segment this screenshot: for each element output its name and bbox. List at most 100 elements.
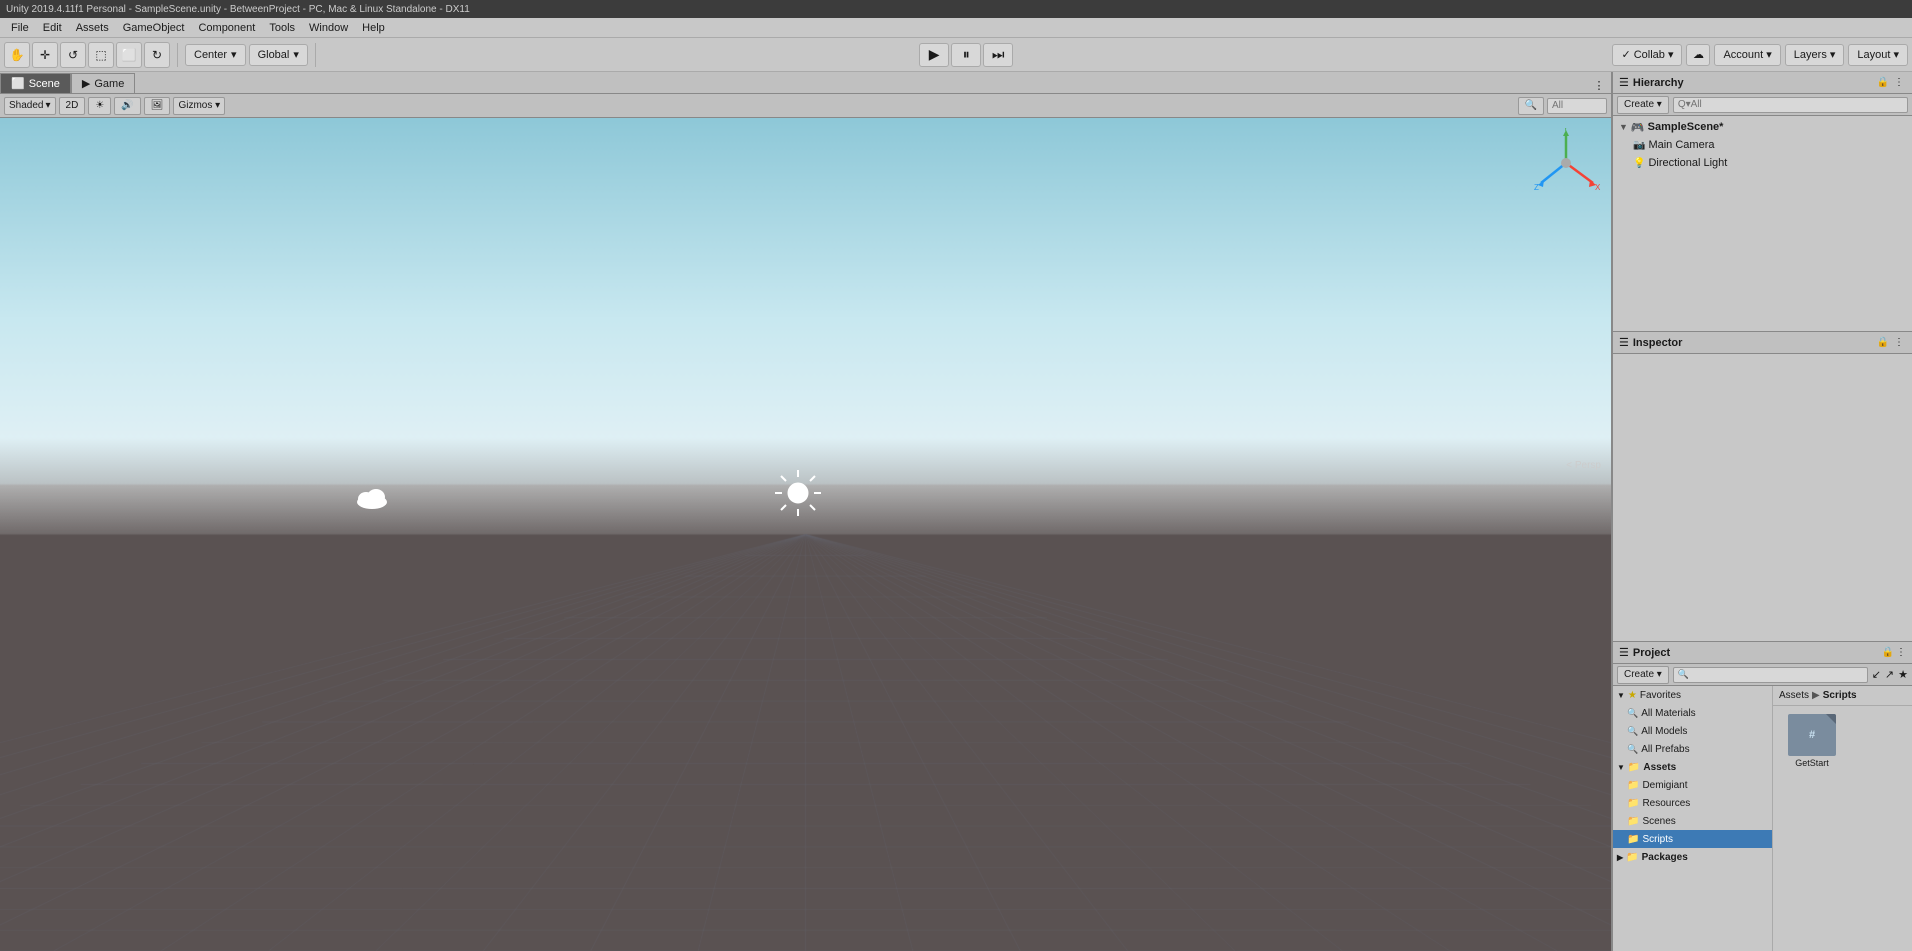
lighting-toggle[interactable]: ☀ — [88, 97, 111, 115]
shaded-dropdown[interactable]: Shaded ▾ — [4, 97, 56, 115]
hand-tool-btn[interactable]: ✋ — [4, 42, 30, 68]
move-tool-btn[interactable]: ✛ — [32, 42, 58, 68]
game-tab-label: Game — [94, 78, 124, 90]
cloud-button[interactable]: ☁ — [1686, 44, 1710, 66]
layers-dropdown[interactable]: Layers ▾ — [1785, 44, 1845, 66]
scene-tab[interactable]: ⬜ Scene — [0, 73, 71, 93]
hierarchy-title: Hierarchy — [1633, 77, 1684, 89]
menu-edit[interactable]: Edit — [36, 20, 69, 36]
all-models-item[interactable]: 🔍 All Models — [1613, 722, 1772, 740]
hierarchy-create-btn[interactable]: Create ▾ — [1617, 96, 1669, 114]
resources-label: Resources — [1642, 798, 1690, 809]
layout-dropdown[interactable]: Layout ▾ — [1848, 44, 1908, 66]
menu-gameobject[interactable]: GameObject — [116, 20, 192, 36]
hierarchy-panel-icons: 🔒 ⋮ — [1876, 76, 1906, 90]
packages-label: Packages — [1642, 852, 1688, 863]
inspector-menu-btn[interactable]: ⋮ — [1892, 336, 1906, 350]
hierarchy-scene-root[interactable]: ▼ 🎮 SampleScene* — [1613, 118, 1912, 136]
directional-light-label: Directional Light — [1648, 157, 1727, 169]
project-icon-2[interactable]: ↗ — [1885, 668, 1894, 681]
transform-tool-btn[interactable]: ↻ — [144, 42, 170, 68]
rotate-tool-btn[interactable]: ↺ — [60, 42, 86, 68]
demigiant-item[interactable]: 📁 Demigiant — [1613, 776, 1772, 794]
2d-button[interactable]: 2D — [59, 97, 86, 115]
scene-toolbar: Shaded ▾ 2D ☀ 🔊 🖼 Gizmos ▾ 🔍 — [0, 94, 1611, 118]
scene-panel-menu[interactable]: ⋮ — [1591, 77, 1607, 93]
menu-help[interactable]: Help — [355, 20, 392, 36]
hierarchy-item-directional-light[interactable]: 💡 Directional Light — [1613, 154, 1912, 172]
all-prefabs-item[interactable]: 🔍 All Prefabs — [1613, 740, 1772, 758]
rect-tool-btn[interactable]: ⬜ — [116, 42, 142, 68]
getstart-file[interactable]: # GetStart — [1777, 710, 1847, 772]
assets-label: Assets — [1643, 762, 1676, 773]
center-pivot-dropdown[interactable]: Center ▾ — [185, 44, 246, 66]
title-bar: Unity 2019.4.11f1 Personal - SampleScene… — [0, 0, 1912, 18]
center-arrow: ▾ — [231, 48, 237, 61]
viewport-canvas — [0, 118, 1611, 951]
project-files-area: Assets ▶ Scripts # GetStart — [1773, 686, 1912, 951]
toolbar: ✋ ✛ ↺ ⬚ ⬜ ↻ Center ▾ Global ▾ ▶ ⏸ ⏭ ✓ Co… — [0, 38, 1912, 72]
hierarchy-search-input[interactable] — [1673, 97, 1908, 113]
breadcrumb-arrow: ▶ — [1812, 690, 1820, 701]
demigiant-icon: 📁 — [1627, 780, 1639, 791]
camera-icon: 📷 — [1633, 140, 1645, 151]
title-text: Unity 2019.4.11f1 Personal - SampleScene… — [6, 4, 470, 15]
account-dropdown[interactable]: Account ▾ — [1714, 44, 1780, 66]
effects-toggle[interactable]: 🖼 — [144, 97, 171, 115]
project-create-btn[interactable]: Create ▾ — [1617, 666, 1669, 684]
menu-assets[interactable]: Assets — [69, 20, 116, 36]
scripts-icon: 📁 — [1627, 834, 1639, 845]
scene-search-input[interactable] — [1547, 98, 1607, 114]
inspector-panel-icons: 🔒 ⋮ — [1876, 336, 1906, 350]
breadcrumb-scripts[interactable]: Scripts — [1823, 690, 1857, 701]
hierarchy-item-main-camera[interactable]: 📷 Main Camera — [1613, 136, 1912, 154]
inspector-title: Inspector — [1633, 337, 1683, 349]
gizmos-dropdown[interactable]: Gizmos ▾ — [173, 97, 225, 115]
assets-item[interactable]: ▼ 📁 Assets — [1613, 758, 1772, 776]
pause-button[interactable]: ⏸ — [951, 43, 981, 67]
game-tab[interactable]: ▶ Game — [71, 73, 135, 93]
project-lock-btn[interactable]: 🔒 — [1882, 647, 1894, 658]
cloud-gizmo — [354, 485, 390, 517]
menu-tools[interactable]: Tools — [262, 20, 302, 36]
project-star-icon[interactable]: ★ — [1898, 668, 1908, 681]
scenes-item[interactable]: 📁 Scenes — [1613, 812, 1772, 830]
inspector-icon: ☰ — [1619, 336, 1629, 349]
favorites-item[interactable]: ▼ ★ Favorites — [1613, 686, 1772, 704]
menu-window[interactable]: Window — [302, 20, 355, 36]
project-menu-btn[interactable]: ⋮ — [1896, 647, 1906, 658]
viewport[interactable]: Y X Z < Persp — [0, 118, 1611, 951]
scene-icon: 🎮 — [1631, 121, 1645, 134]
step-button[interactable]: ⏭ — [983, 43, 1013, 67]
menu-file[interactable]: File — [4, 20, 36, 36]
all-models-icon: 🔍 — [1627, 726, 1638, 737]
all-materials-item[interactable]: 🔍 All Materials — [1613, 704, 1772, 722]
scene-tab-label: Scene — [29, 78, 60, 90]
collab-label: Collab ▾ — [1634, 48, 1674, 61]
sun-gizmo — [773, 468, 823, 518]
layout-label: Layout ▾ — [1857, 48, 1899, 61]
svg-text:X: X — [1595, 183, 1601, 192]
inspector-lock-btn[interactable]: 🔒 — [1876, 336, 1890, 350]
audio-toggle[interactable]: 🔊 — [114, 97, 140, 115]
play-button[interactable]: ▶ — [919, 43, 949, 67]
getstart-label: GetStart — [1795, 758, 1829, 768]
global-local-dropdown[interactable]: Global ▾ — [249, 44, 308, 66]
resources-item[interactable]: 📁 Resources — [1613, 794, 1772, 812]
hierarchy-menu-btn[interactable]: ⋮ — [1892, 76, 1906, 90]
scene-root-arrow: ▼ — [1619, 122, 1628, 132]
light-icon: 💡 — [1633, 158, 1645, 169]
menu-component[interactable]: Component — [191, 20, 262, 36]
search-toggle[interactable]: 🔍 — [1518, 97, 1544, 115]
persp-label: < Persp — [1566, 460, 1601, 471]
scale-tool-btn[interactable]: ⬚ — [88, 42, 114, 68]
breadcrumb-assets[interactable]: Assets — [1779, 690, 1809, 701]
hierarchy-panel: ☰ Hierarchy 🔒 ⋮ Create ▾ ▼ 🎮 SampleSc — [1613, 72, 1912, 332]
collab-button[interactable]: ✓ Collab ▾ — [1612, 44, 1682, 66]
project-title: Project — [1633, 647, 1670, 659]
scripts-item[interactable]: 📁 Scripts — [1613, 830, 1772, 848]
center-label: Center — [194, 49, 227, 61]
packages-item[interactable]: ▶ 📁 Packages — [1613, 848, 1772, 866]
project-icon-1[interactable]: ↙ — [1872, 668, 1881, 681]
hierarchy-lock-btn[interactable]: 🔒 — [1876, 76, 1890, 90]
